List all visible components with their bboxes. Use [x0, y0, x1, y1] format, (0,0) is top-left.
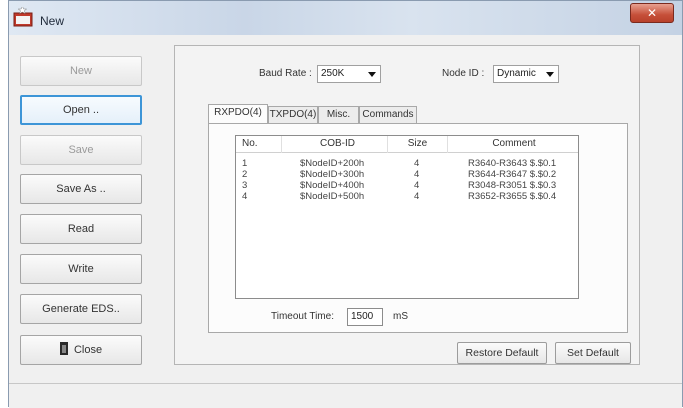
- cell-cob-id: $NodeID+200h: [300, 158, 365, 169]
- timeout-label: Timeout Time:: [271, 311, 334, 322]
- close-button[interactable]: Close: [20, 335, 142, 365]
- baud-rate-label: Baud Rate :: [259, 68, 312, 79]
- close-x-icon[interactable]: ✕: [630, 3, 674, 23]
- title-bar[interactable]: New ✕: [9, 1, 682, 35]
- restore-default-button[interactable]: Restore Default: [457, 342, 547, 364]
- open-button[interactable]: Open ..: [20, 95, 142, 125]
- cell-no: 3: [242, 180, 248, 191]
- tab-rxpdo[interactable]: RXPDO(4): [208, 104, 268, 123]
- cell-no: 2: [242, 169, 248, 180]
- baud-rate-value: 250K: [321, 68, 345, 79]
- table-row[interactable]: 3 $NodeID+400h 4 R3048-R3051 $.$0.3: [236, 181, 578, 191]
- column-header-size[interactable]: Size: [388, 136, 448, 153]
- cell-size: 4: [414, 180, 420, 191]
- cell-cob-id: $NodeID+500h: [300, 191, 365, 202]
- chevron-down-icon: [368, 72, 376, 77]
- timeout-input[interactable]: 1500: [347, 308, 383, 326]
- pdo-list[interactable]: No. COB-ID Size Comment 1 $NodeID+200h 4…: [235, 135, 579, 299]
- close-button-label: Close: [73, 344, 103, 356]
- cell-no: 4: [242, 191, 248, 202]
- rxpdo-tab-page: No. COB-ID Size Comment 1 $NodeID+200h 4…: [208, 123, 628, 333]
- main-window: New ✕ New Open .. Save Save As .. Read W…: [8, 0, 683, 408]
- cell-no: 1: [242, 158, 248, 169]
- table-row[interactable]: 2 $NodeID+300h 4 R3644-R3647 $.$0.2: [236, 170, 578, 180]
- app-window-icon: [13, 7, 33, 27]
- new-button[interactable]: New: [20, 56, 142, 86]
- cell-cob-id: $NodeID+300h: [300, 169, 365, 180]
- write-button[interactable]: Write: [20, 254, 142, 284]
- pdo-list-header: No. COB-ID Size Comment: [236, 136, 578, 153]
- window-title: New: [40, 14, 65, 28]
- column-header-cob-id[interactable]: COB-ID: [288, 136, 388, 153]
- table-row[interactable]: 1 $NodeID+200h 4 R3640-R3643 $.$0.1: [236, 159, 578, 169]
- door-icon: [59, 342, 68, 355]
- cell-comment: R3652-R3655 $.$0.4: [468, 191, 557, 202]
- chevron-down-icon: [546, 72, 554, 77]
- cell-comment: R3048-R3051 $.$0.3: [468, 180, 557, 191]
- save-button[interactable]: Save: [20, 135, 142, 165]
- tab-txpdo[interactable]: TXPDO(4): [268, 106, 318, 123]
- table-row[interactable]: 4 $NodeID+500h 4 R3652-R3655 $.$0.4: [236, 192, 578, 202]
- save-as-button[interactable]: Save As ..: [20, 174, 142, 204]
- generate-eds-button[interactable]: Generate EDS..: [20, 294, 142, 324]
- cell-size: 4: [414, 191, 420, 202]
- cell-cob-id: $NodeID+400h: [300, 180, 365, 191]
- timeout-unit: mS: [393, 311, 408, 322]
- cell-comment: R3640-R3643 $.$0.1: [468, 158, 557, 169]
- node-id-value: Dynamic: [497, 68, 536, 79]
- column-header-comment[interactable]: Comment: [448, 136, 580, 153]
- column-header-no[interactable]: No.: [242, 136, 282, 153]
- node-id-select[interactable]: Dynamic: [493, 65, 559, 83]
- read-button[interactable]: Read: [20, 214, 142, 244]
- baud-rate-select[interactable]: 250K: [317, 65, 381, 83]
- tab-commands[interactable]: Commands: [359, 106, 417, 123]
- status-bar: [9, 383, 682, 408]
- node-id-label: Node ID :: [442, 68, 485, 79]
- cell-comment: R3644-R3647 $.$0.2: [468, 169, 557, 180]
- cell-size: 4: [414, 169, 420, 180]
- tab-misc[interactable]: Misc.: [318, 106, 359, 123]
- settings-panel: Baud Rate : 250K Node ID : Dynamic RXPDO…: [174, 45, 640, 365]
- set-default-button[interactable]: Set Default: [555, 342, 631, 364]
- cell-size: 4: [414, 158, 420, 169]
